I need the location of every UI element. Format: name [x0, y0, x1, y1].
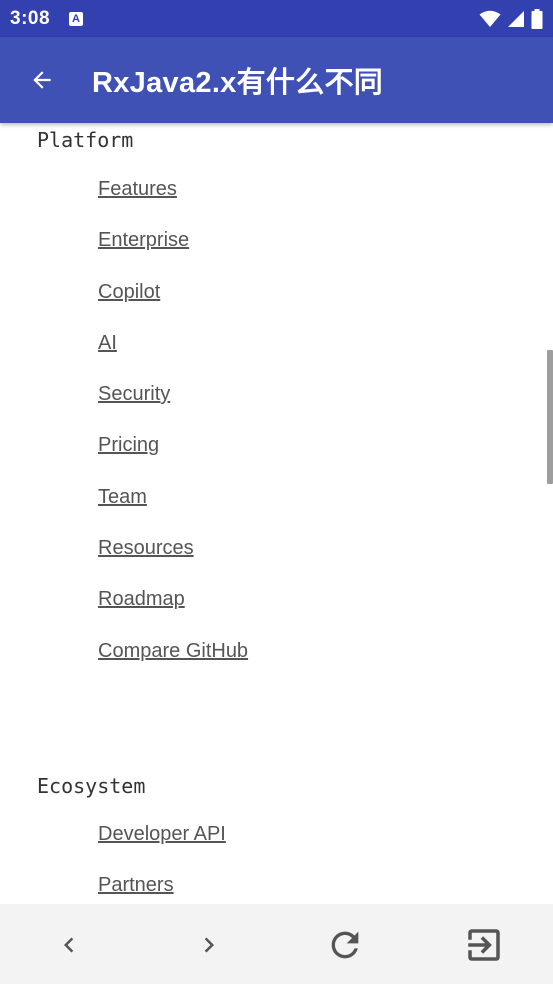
link-enterprise[interactable]: Enterprise — [98, 229, 189, 251]
list-item: Enterprise — [98, 229, 248, 280]
list-item: Roadmap — [98, 588, 248, 639]
web-content[interactable]: Platform Features Enterprise Copilot AI … — [0, 123, 553, 904]
list-item: Features — [98, 178, 248, 229]
list-item: Copilot — [98, 281, 248, 332]
list-item: Partners — [98, 874, 226, 904]
exit-button[interactable] — [459, 920, 509, 970]
section-heading-ecosystem: Ecosystem — [37, 774, 146, 798]
link-compare-github[interactable]: Compare GitHub — [98, 640, 248, 662]
browser-back-button[interactable] — [44, 920, 94, 970]
exit-to-app-icon — [468, 929, 500, 961]
list-item: Security — [98, 383, 248, 434]
link-roadmap[interactable]: Roadmap — [98, 588, 185, 610]
scrollbar[interactable] — [547, 350, 553, 484]
arrow-back-icon — [33, 71, 51, 89]
wifi-icon — [479, 10, 501, 27]
browser-forward-button[interactable] — [184, 920, 234, 970]
notification-icon: A — [69, 11, 84, 26]
reload-button[interactable] — [320, 920, 370, 970]
section-heading-platform: Platform — [37, 128, 134, 152]
link-pricing[interactable]: Pricing — [98, 434, 159, 456]
bottom-nav-bar — [0, 904, 553, 984]
link-team[interactable]: Team — [98, 486, 147, 508]
page-title: RxJava2.x有什么不同 — [92, 67, 384, 99]
list-item: AI — [98, 332, 248, 383]
chevron-right-icon — [204, 937, 214, 953]
status-bar: 3:08 A — [0, 0, 553, 37]
list-item: Compare GitHub — [98, 640, 248, 691]
list-item: Resources — [98, 537, 248, 588]
chevron-left-icon — [64, 937, 74, 953]
status-time: 3:08 — [10, 7, 51, 29]
back-button[interactable] — [14, 52, 70, 108]
list-item: Team — [98, 486, 248, 537]
link-developer-api[interactable]: Developer API — [98, 823, 226, 845]
link-security[interactable]: Security — [98, 383, 170, 405]
list-item: Developer API — [98, 823, 226, 874]
ecosystem-link-list: Developer API Partners — [98, 823, 226, 904]
signal-icon — [508, 10, 524, 27]
link-copilot[interactable]: Copilot — [98, 281, 160, 303]
refresh-icon — [331, 931, 359, 959]
status-icons — [479, 8, 543, 29]
link-partners[interactable]: Partners — [98, 874, 174, 896]
app-bar: RxJava2.x有什么不同 — [0, 37, 553, 123]
link-features[interactable]: Features — [98, 178, 177, 200]
link-ai[interactable]: AI — [98, 332, 117, 354]
list-item: Pricing — [98, 434, 248, 485]
link-resources[interactable]: Resources — [98, 537, 194, 559]
platform-link-list: Features Enterprise Copilot AI Security … — [98, 178, 248, 691]
battery-icon — [531, 8, 543, 29]
